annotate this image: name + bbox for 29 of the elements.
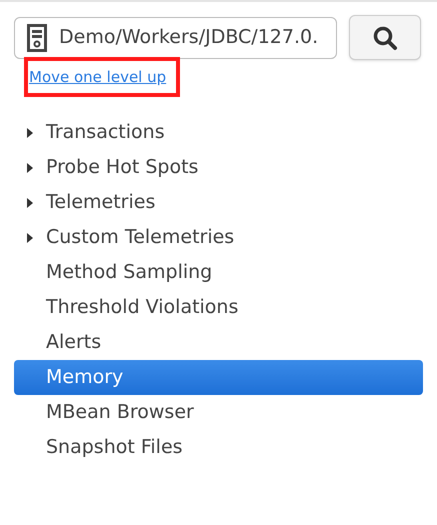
expand-triangle-icon[interactable] <box>26 162 34 174</box>
tree-item-label: Snapshot Files <box>46 435 183 460</box>
tree-item[interactable]: Threshold Violations <box>14 290 423 325</box>
expand-triangle-icon[interactable] <box>26 232 34 244</box>
tree-item[interactable]: Telemetries <box>14 185 423 220</box>
server-icon <box>27 24 47 52</box>
tree-item[interactable]: Memory <box>14 360 423 395</box>
expand-triangle-icon[interactable] <box>26 126 34 138</box>
tree-item[interactable]: Custom Telemetries <box>14 220 423 255</box>
expand-triangle-icon[interactable] <box>26 196 34 208</box>
tree-item-label: Memory <box>46 365 124 390</box>
tree-item-label: Telemetries <box>46 190 156 216</box>
tree-item[interactable]: MBean Browser <box>14 395 423 430</box>
tree-item[interactable]: Transactions <box>14 115 423 150</box>
tree-item-label: Custom Telemetries <box>46 225 234 250</box>
tree-item-label: MBean Browser <box>46 400 194 426</box>
move-up-link[interactable]: Move one level up <box>29 68 166 86</box>
tree-item-label: Threshold Violations <box>46 295 238 320</box>
tree-item-label: Probe Hot Spots <box>46 155 198 180</box>
tree-item-label: Method Sampling <box>46 260 212 286</box>
tree-item[interactable]: Alerts <box>14 325 423 360</box>
tree-item[interactable]: Probe Hot Spots <box>14 150 423 185</box>
search-icon <box>372 24 398 50</box>
tree-item[interactable]: Method Sampling <box>14 255 423 290</box>
tree-item-label: Alerts <box>46 330 102 356</box>
search-button[interactable] <box>349 15 421 60</box>
path-field[interactable]: Demo/Workers/JDBC/127.0. <box>14 16 337 58</box>
tree-item[interactable]: Snapshot Files <box>14 430 423 465</box>
tree-item-label: Transactions <box>46 120 165 146</box>
